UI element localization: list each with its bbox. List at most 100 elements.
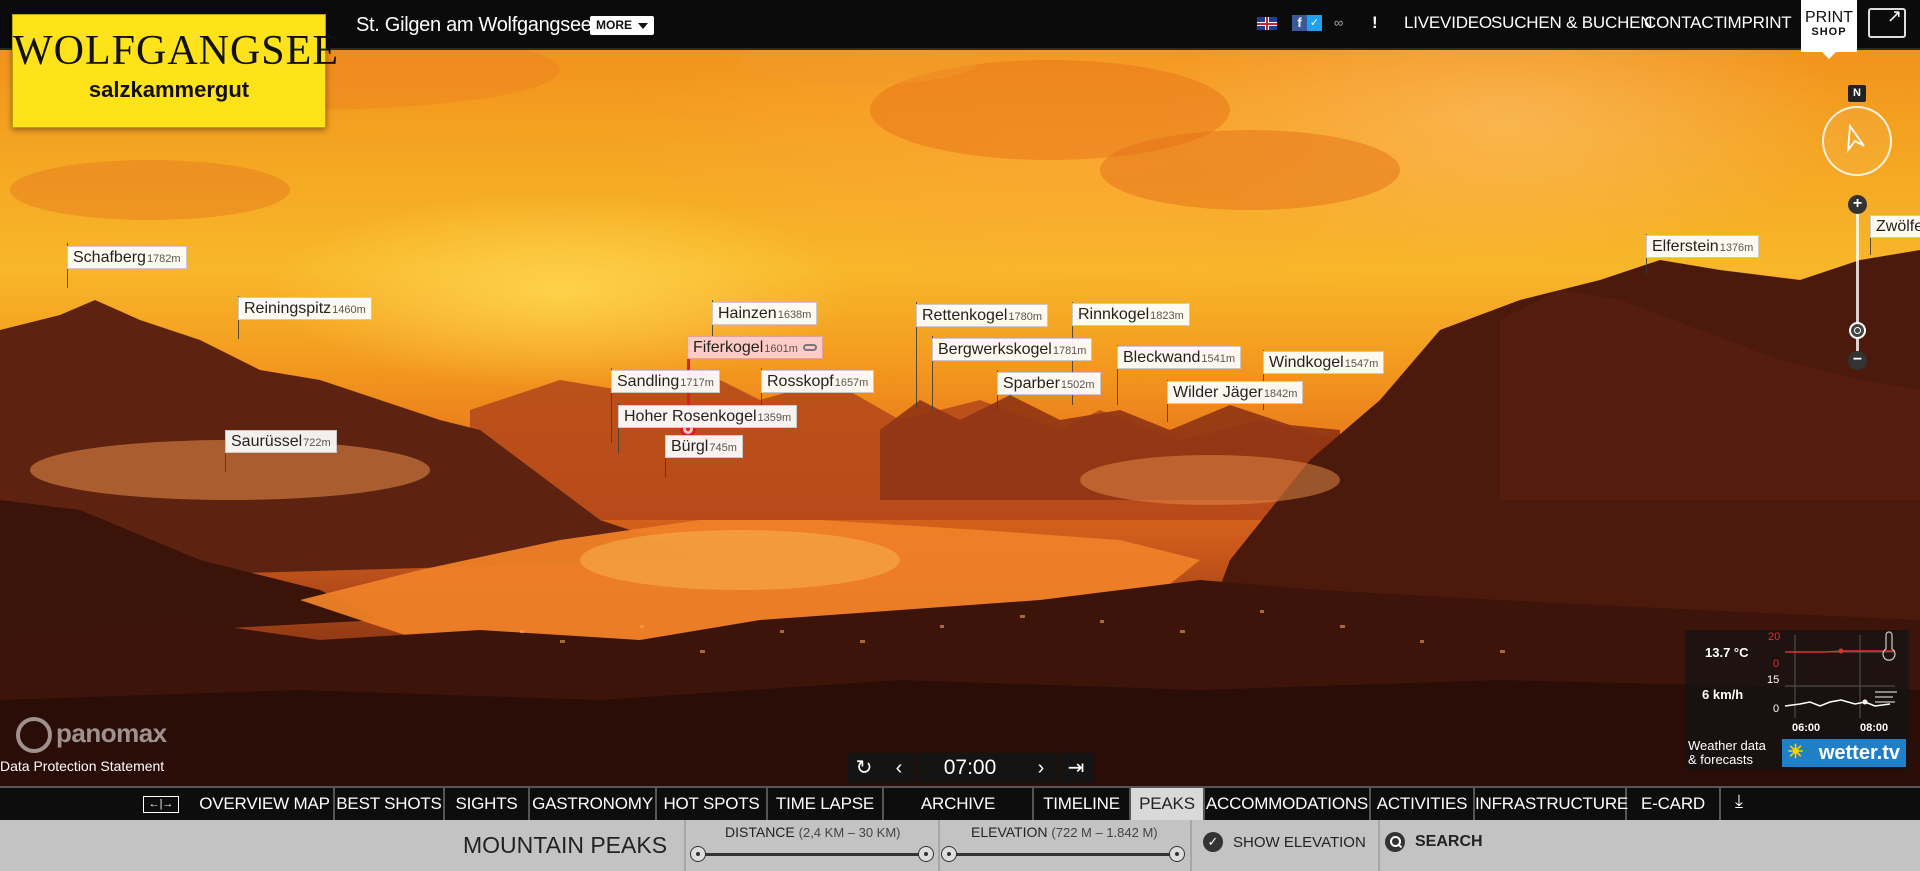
nav-suchen-buchen[interactable]: SUCHEN & BUCHEN	[1491, 13, 1653, 33]
prev-icon[interactable]: ‹	[882, 753, 916, 783]
wolfgangsee-logo[interactable]: WOLFGANGSEE salzkammergut	[12, 14, 338, 128]
peak-elevation: 1460m	[332, 304, 366, 316]
tab-hot-spots[interactable]: HOT SPOTS	[657, 788, 768, 820]
tab-sights[interactable]: SIGHTS	[445, 788, 530, 820]
distance-max-handle[interactable]	[918, 846, 934, 862]
weather-label: Weather data & forecasts	[1688, 739, 1766, 767]
last-icon[interactable]: ⇥	[1059, 753, 1093, 783]
info-exclamation-icon[interactable]: !	[1372, 14, 1380, 31]
divider	[1190, 820, 1192, 871]
tab-infrastructure[interactable]: INFRASTRUCTURE	[1475, 788, 1628, 820]
panomax-logo[interactable]: panomax	[16, 717, 167, 753]
next-icon[interactable]: ›	[1024, 753, 1058, 783]
peak-label[interactable]: Bürgl745m	[665, 435, 743, 458]
nav-imprint[interactable]: IMPRINT	[1723, 13, 1792, 33]
tab-overview-map[interactable]: OVERVIEW MAP	[196, 788, 335, 820]
weather-label-line1: Weather data	[1688, 738, 1766, 753]
peak-label[interactable]: Bleckwand1541m	[1117, 346, 1242, 369]
data-protection-link[interactable]: Data Protection Statement	[0, 758, 164, 774]
temp-axis-max: 20	[1768, 631, 1781, 643]
tab-gastronomy[interactable]: GASTRONOMY	[530, 788, 657, 820]
peak-name: Rettenkogel	[922, 307, 1008, 324]
peak-label[interactable]: Sparber1502m	[997, 372, 1101, 395]
search-button[interactable]: SEARCH	[1385, 832, 1483, 856]
peak-elevation: 745m	[709, 442, 737, 454]
print-shop-line1: PRINT	[1805, 9, 1853, 26]
expand-width-icon[interactable]: ←|→	[143, 796, 179, 813]
peak-elevation: 1547m	[1344, 358, 1379, 370]
search-label: SEARCH	[1415, 833, 1483, 850]
weather-time-1: 06:00	[1792, 722, 1821, 734]
divider	[938, 820, 940, 871]
wind-axis-min: 0	[1773, 703, 1780, 715]
elevation-min-handle[interactable]	[941, 846, 957, 862]
tab-best-shots[interactable]: BEST SHOTS	[335, 788, 445, 820]
tab-peaks[interactable]: PEAKS	[1131, 788, 1205, 820]
show-elevation-toggle[interactable]: ✓ SHOW ELEVATION	[1203, 832, 1366, 856]
tab-archive[interactable]: ARCHIVE	[884, 788, 1034, 820]
caret-down-icon	[638, 22, 648, 29]
tab-time-lapse[interactable]: TIME LAPSE	[768, 788, 884, 820]
flag-uk-icon[interactable]	[1257, 17, 1277, 30]
peak-name: Rinnkogel	[1078, 306, 1150, 323]
link-icon[interactable]	[802, 344, 817, 352]
peak-label[interactable]: Zwölfe	[1870, 215, 1920, 238]
more-dropdown-button[interactable]: MORE	[590, 16, 654, 35]
peak-label[interactable]: Rosskopf1657m	[761, 370, 875, 393]
facebook-icon[interactable]: f	[1292, 15, 1307, 31]
peak-label[interactable]: Rettenkogel1780m	[916, 304, 1049, 327]
replay-icon[interactable]: ↻	[847, 753, 881, 783]
peak-elevation: 1657m	[834, 377, 869, 389]
peak-elevation: 722m	[303, 437, 331, 449]
peak-elevation: 1638m	[777, 309, 812, 321]
elevation-slider[interactable]	[941, 846, 1185, 862]
peak-label[interactable]: Schafberg1782m	[67, 246, 187, 269]
peak-elevation: 1359m	[757, 412, 792, 424]
distance-min-handle[interactable]	[690, 846, 706, 862]
time-display[interactable]: 07:00	[917, 753, 1023, 783]
print-shop-button[interactable]: PRINT SHOP	[1801, 0, 1857, 59]
peak-label-selected[interactable]: Fiferkogel1601m	[687, 336, 823, 359]
peak-label[interactable]: Hoher Rosenkogel1359m	[618, 405, 798, 428]
twitter-icon[interactable]: ✓	[1307, 15, 1322, 31]
link-icon[interactable]: ∞	[1334, 15, 1352, 31]
peak-label[interactable]: Hainzen1638m	[712, 302, 818, 325]
time-controls: ↻ ‹ 07:00 › ⇥	[847, 753, 1093, 783]
weather-wind: 6 km/h	[1702, 687, 1744, 702]
peaks-panel-title: MOUNTAIN PEAKS	[463, 832, 668, 858]
weather-widget[interactable]: 13.7 °C 6 km/h 20 0 15 0 06:00 08:00 Wea…	[1685, 630, 1909, 770]
fullscreen-icon[interactable]	[1868, 6, 1906, 38]
peak-label[interactable]: Sandling1717m	[611, 370, 720, 393]
download-icon[interactable]: ⤓	[1735, 791, 1743, 812]
peak-label[interactable]: Reiningspitz1460m	[238, 297, 372, 320]
elevation-max-handle[interactable]	[1169, 846, 1185, 862]
place-title: St. Gilgen am Wolfgangsee	[356, 14, 592, 36]
peak-name: Wilder Jäger	[1173, 384, 1263, 401]
peak-label[interactable]: Elferstein1376m	[1646, 235, 1760, 258]
peak-elevation: 1541m	[1201, 353, 1236, 365]
distance-slider[interactable]	[690, 846, 934, 862]
more-label: MORE	[596, 18, 632, 32]
tab-timeline[interactable]: TIMELINE	[1034, 788, 1131, 820]
nav-contact[interactable]: CONTACT	[1644, 13, 1724, 33]
peak-label[interactable]: Windkogel1547m	[1263, 351, 1385, 374]
peak-label[interactable]: Wilder Jäger1842m	[1167, 381, 1304, 404]
peak-name: Reiningspitz	[244, 300, 332, 317]
nav-livevideo[interactable]: LIVEVIDEO	[1404, 13, 1492, 33]
tab-e-card[interactable]: E-CARD	[1627, 788, 1721, 820]
elevation-slider-track	[949, 853, 1177, 856]
peak-label[interactable]: Bergwerkskogel1781m	[932, 338, 1093, 361]
wetter-tv-logo[interactable]: wetter.tv	[1782, 739, 1906, 767]
zoom-handle-icon[interactable]	[1849, 322, 1866, 339]
peak-label[interactable]: Saurüssel722m	[225, 430, 337, 453]
peak-label[interactable]: Rinnkogel1823m	[1072, 303, 1190, 326]
peak-name: Bürgl	[671, 438, 709, 455]
zoom-out-button[interactable]: −	[1848, 351, 1867, 370]
peak-elevation: 1717m	[680, 377, 714, 389]
tab-activities[interactable]: ACTIVITIES	[1371, 788, 1475, 820]
peak-elevation: 1842m	[1263, 388, 1298, 400]
peak-name: Bergwerkskogel	[938, 341, 1052, 358]
tab-accommodations[interactable]: ACCOMMODATIONS	[1205, 788, 1371, 820]
zoom-in-button[interactable]: +	[1848, 195, 1867, 214]
peak-elevation: 1502m	[1060, 379, 1095, 391]
